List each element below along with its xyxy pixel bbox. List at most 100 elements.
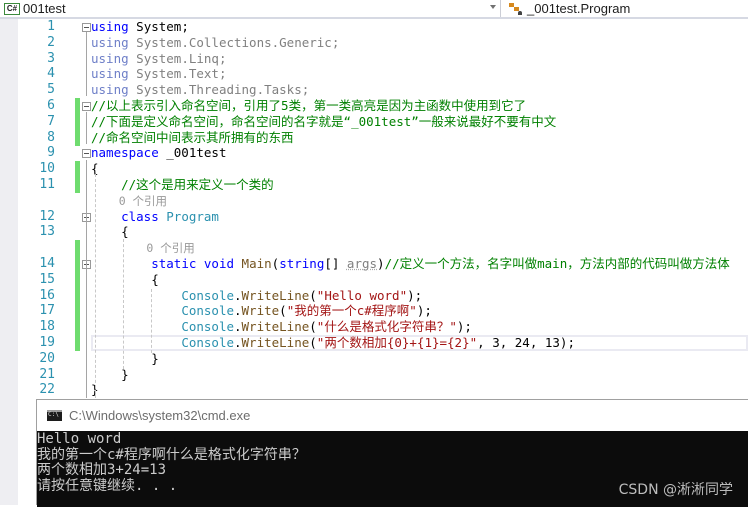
line-number: 3 — [47, 50, 55, 66]
code-line[interactable]: 2 using System.Collections.Generic; — [18, 35, 748, 51]
code-token: //以上表示引入命名空间，引用了5类，第一类高亮是因为主函数中使用到它了 — [91, 98, 527, 113]
console-window[interactable]: C:\Windows\system32\cmd.exe Hello word 我… — [36, 399, 748, 507]
code-token: . — [234, 335, 242, 350]
change-indicator — [75, 129, 80, 146]
collapse-icon[interactable] — [82, 102, 91, 111]
code-token: ( — [309, 287, 317, 303]
code-line[interactable]: 13 { — [18, 224, 748, 240]
code-token: Console — [181, 335, 234, 350]
outline-bar — [86, 112, 87, 144]
console-title-bar[interactable]: C:\Windows\system32\cmd.exe — [37, 400, 748, 430]
code-text: using System.Linq; — [91, 51, 226, 67]
indent-guide — [151, 289, 152, 353]
code-token: string — [279, 256, 325, 271]
change-indicator — [75, 161, 80, 178]
csharp-project-icon: C# — [4, 2, 20, 15]
code-text: Console.Write("我的第一个c#程序啊"); — [91, 303, 432, 319]
code-token: ); — [456, 319, 472, 335]
console-output: Hello word 我的第一个c#程序啊什么是格式化字符串？ 两个数相加3+2… — [37, 431, 748, 507]
console-line: 两个数相加3+24=13 — [37, 462, 167, 478]
code-token: //命名空间中间表示其所拥有的东西 — [91, 129, 294, 145]
code-token: } — [91, 350, 159, 366]
chevron-down-icon[interactable] — [490, 5, 496, 9]
line-number: 19 — [39, 335, 55, 350]
line-number: 10 — [39, 161, 55, 177]
line-number: 5 — [47, 82, 55, 98]
code-token: . — [234, 319, 242, 335]
code-token: using — [91, 50, 129, 66]
line-number: 1 — [47, 19, 55, 34]
code-token: using — [91, 82, 129, 98]
code-line[interactable]: 14 static void Main(string[] args)//定义一个… — [18, 256, 748, 272]
code-text: static void Main(string[] args)//定义一个方法，… — [91, 256, 730, 272]
change-indicator — [75, 98, 80, 114]
outline-bar — [86, 160, 87, 398]
code-line[interactable]: 4 using System.Text; — [18, 66, 748, 82]
collapse-icon[interactable] — [82, 149, 91, 159]
code-token: Write — [241, 303, 280, 319]
code-token: ) — [377, 256, 385, 271]
code-line[interactable]: 17 Console.Write("我的第一个c#程序啊"); — [18, 303, 748, 320]
codelens-text[interactable]: 0 个引用 — [91, 194, 167, 208]
code-line[interactable]: 22} — [18, 382, 748, 398]
code-line[interactable]: 3 using System.Linq; — [18, 51, 748, 67]
collapse-icon[interactable] — [82, 23, 91, 32]
cmd-icon — [47, 409, 62, 421]
code-text: { — [91, 272, 159, 288]
code-token: ); — [407, 287, 423, 303]
code-line[interactable]: 5 using System.Threading.Tasks; — [18, 82, 748, 98]
code-text: namespace _001test — [91, 145, 226, 161]
code-token: ( — [279, 303, 287, 319]
code-line[interactable]: 6 //以上表示引入命名空间，引用了5类，第一类高亮是因为主函数中使用到它了 — [18, 98, 748, 114]
code-line[interactable]: 19 Console.WriteLine("两个数相加{0}+{1}={2}",… — [18, 335, 748, 351]
code-token: [] — [324, 256, 347, 271]
code-line[interactable]: 18 Console.WriteLine("什么是格式化字符串？"); — [18, 319, 748, 336]
code-token: System.Collections.Generic; — [128, 34, 340, 50]
code-line[interactable]: 11 //这个是用来定义一个类的 — [18, 177, 748, 193]
line-number: 21 — [39, 366, 55, 382]
code-token: { — [91, 271, 159, 287]
change-indicator — [75, 335, 80, 351]
code-token: Console — [181, 303, 234, 319]
code-token: System.Threading.Tasks; — [128, 82, 310, 98]
code-line[interactable]: 20 } — [18, 351, 748, 367]
code-token: . — [234, 303, 242, 319]
code-text: Console.WriteLine("两个数相加{0}+{1}={2}", 3,… — [91, 335, 575, 351]
code-line[interactable]: 7 //下面是定义命名空间，命名空间的名字就是“_001test”一般来说最好不要… — [18, 113, 748, 130]
codelens-row[interactable]: 0 个引用 — [18, 240, 748, 257]
project-name: 001test — [23, 1, 66, 16]
codelens-text[interactable]: 0 个引用 — [91, 241, 194, 255]
code-line[interactable]: 15 { — [18, 271, 748, 288]
code-token: using — [91, 19, 129, 34]
change-indicator — [75, 113, 80, 130]
code-line[interactable]: 16 Console.WriteLine("Hello word"); — [18, 287, 748, 304]
line-number: 2 — [47, 34, 55, 50]
code-token: namespace — [91, 145, 159, 161]
code-text: //下面是定义命名空间，命名空间的名字就是“_001test”一般来说最好不要有… — [91, 114, 556, 130]
class-icon — [508, 2, 524, 16]
line-number: 16 — [39, 287, 55, 303]
class-dropdown[interactable]: _001test.Program — [504, 0, 630, 17]
code-line[interactable]: 21 } — [18, 367, 748, 383]
code-token: System.Linq; — [128, 50, 227, 66]
line-number: 13 — [39, 224, 55, 240]
change-indicator — [75, 319, 80, 336]
reference-count[interactable]: 0 个引用 — [91, 193, 167, 209]
code-line[interactable]: 8 //命名空间中间表示其所拥有的东西 — [18, 129, 748, 146]
code-line[interactable]: 9 namespace _001test — [18, 145, 748, 161]
codelens-row[interactable]: 0 个引用 — [18, 193, 748, 209]
code-text: Console.WriteLine("什么是格式化字符串？"); — [91, 319, 472, 335]
editor-left-margin — [0, 19, 18, 505]
reference-count[interactable]: 0 个引用 — [91, 240, 194, 256]
change-indicator — [75, 256, 80, 272]
code-line[interactable]: 1 using System; — [18, 19, 748, 35]
code-token: "什么是格式化字符串？" — [316, 319, 457, 335]
code-line[interactable]: 10{ — [18, 161, 748, 178]
console-line: 我的第一个c#程序啊什么是格式化字符串？ — [37, 446, 306, 463]
project-dropdown[interactable]: C# 001test — [0, 0, 501, 17]
code-text: using System.Text; — [91, 66, 226, 82]
code-line[interactable]: 12 class Program — [18, 209, 748, 225]
